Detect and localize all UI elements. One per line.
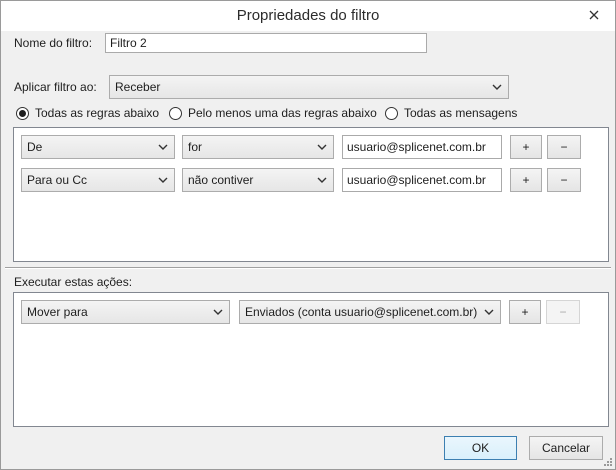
radio-indicator bbox=[169, 106, 182, 120]
chevron-down-icon bbox=[158, 144, 168, 150]
resize-grip-icon[interactable] bbox=[603, 457, 613, 467]
rule-operator-value: não contiver bbox=[188, 173, 254, 187]
close-icon bbox=[589, 10, 599, 20]
close-button[interactable] bbox=[583, 5, 605, 25]
add-action-button[interactable]: + bbox=[509, 300, 541, 324]
remove-rule-button[interactable]: − bbox=[547, 135, 581, 159]
apply-filter-select[interactable]: Receber bbox=[109, 75, 509, 99]
radio-any-rule[interactable]: Pelo menos uma das regras abaixo bbox=[169, 106, 377, 120]
actions-label: Executar estas ações: bbox=[14, 275, 133, 289]
action-target-value: Enviados (conta usuario@splicenet.com.br… bbox=[245, 305, 478, 319]
panel-splitter[interactable] bbox=[5, 267, 611, 269]
action-target-select[interactable]: Enviados (conta usuario@splicenet.com.br… bbox=[239, 300, 501, 324]
radio-indicator bbox=[16, 106, 29, 120]
chevron-down-icon bbox=[317, 177, 327, 183]
chevron-down-icon bbox=[158, 177, 168, 183]
add-rule-button[interactable]: + bbox=[510, 168, 542, 192]
rule-field-value: Para ou Cc bbox=[27, 173, 88, 187]
filter-properties-dialog: Propriedades do filtro Nome do filtro: F… bbox=[0, 0, 616, 470]
rule-operator-select[interactable]: não contiver bbox=[182, 168, 334, 192]
actions-panel: Mover para Enviados (conta usuario@splic… bbox=[13, 292, 609, 427]
chevron-down-icon bbox=[484, 309, 494, 315]
radio-all-rules-label: Todas as regras abaixo bbox=[35, 106, 160, 120]
radio-indicator bbox=[385, 106, 398, 120]
radio-all-messages-label: Todas as mensagens bbox=[404, 106, 518, 120]
rule-value-input[interactable]: usuario@splicenet.com.br bbox=[342, 168, 502, 192]
apply-filter-label: Aplicar filtro ao: bbox=[14, 80, 97, 94]
chevron-down-icon bbox=[317, 144, 327, 150]
rule-field-value: De bbox=[27, 140, 43, 154]
dialog-title: Propriedades do filtro bbox=[236, 7, 380, 24]
radio-all-rules[interactable]: Todas as regras abaixo bbox=[16, 106, 159, 120]
rule-field-select[interactable]: De bbox=[21, 135, 175, 159]
radio-any-rule-label: Pelo menos uma das regras abaixo bbox=[188, 106, 377, 120]
rule-field-select[interactable]: Para ou Cc bbox=[21, 168, 175, 192]
remove-rule-button[interactable]: − bbox=[547, 168, 581, 192]
add-rule-button[interactable]: + bbox=[510, 135, 542, 159]
cancel-button[interactable]: Cancelar bbox=[529, 436, 603, 460]
chevron-down-icon bbox=[213, 309, 223, 315]
radio-all-messages[interactable]: Todas as mensagens bbox=[385, 106, 517, 120]
rules-panel: De for usuario@splicenet.com.br + − Para… bbox=[13, 127, 609, 262]
title-bar: Propriedades do filtro bbox=[1, 1, 615, 31]
filter-name-input[interactable]: Filtro 2 bbox=[105, 33, 427, 53]
filter-name-label: Nome do filtro: bbox=[14, 36, 93, 50]
action-type-value: Mover para bbox=[27, 305, 88, 319]
ok-button[interactable]: OK bbox=[444, 436, 517, 460]
apply-filter-value: Receber bbox=[115, 80, 161, 94]
rule-value-input[interactable]: usuario@splicenet.com.br bbox=[342, 135, 502, 159]
action-type-select[interactable]: Mover para bbox=[21, 300, 230, 324]
remove-action-button[interactable]: − bbox=[546, 300, 580, 324]
chevron-down-icon bbox=[492, 84, 502, 90]
rule-operator-select[interactable]: for bbox=[182, 135, 334, 159]
rule-operator-value: for bbox=[188, 140, 203, 154]
